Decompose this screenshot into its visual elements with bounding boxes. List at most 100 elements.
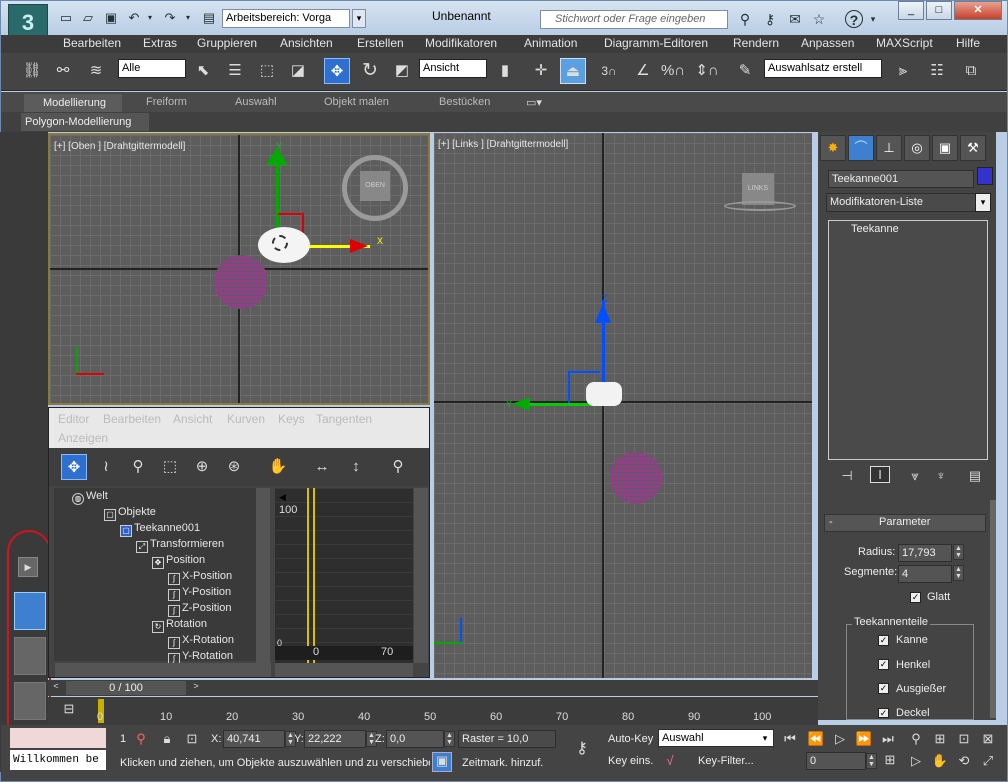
ce-menu-tangenten[interactable]: Tangenten: [316, 412, 372, 426]
binoculars-icon[interactable]: ⚲: [736, 10, 754, 28]
search-input[interactable]: Stichwort oder Frage eingeben: [540, 10, 728, 29]
retime-all-icon[interactable]: ⊛: [221, 454, 247, 480]
menu-ansichten[interactable]: Ansichten: [280, 36, 333, 50]
maximize-button[interactable]: □: [926, 1, 952, 20]
select-manipulate-icon[interactable]: ✛: [528, 58, 554, 84]
ce-menu-editor[interactable]: Editor: [58, 412, 89, 426]
tree-item-teekanne001[interactable]: ▢ Teekanne001: [120, 522, 200, 537]
show-end-result-icon[interactable]: I: [870, 466, 890, 483]
viewport-left-label[interactable]: [+] [Links ] [Drahtgittermodell]: [438, 139, 568, 150]
current-frame-field[interactable]: 0: [806, 752, 866, 770]
utilities-tab-icon[interactable]: ⚒: [960, 135, 986, 161]
sphere-wireframe[interactable]: [610, 452, 662, 504]
tree-item-x-position[interactable]: ∫ X-Position: [168, 570, 232, 585]
time-next-icon[interactable]: >: [190, 681, 202, 691]
maxscript-listener-output[interactable]: [10, 728, 106, 748]
parameter-rollout-header[interactable]: - Parameter: [824, 514, 986, 532]
minimize-button[interactable]: _: [898, 1, 924, 20]
snaps-toggle-icon[interactable]: 3∩: [596, 58, 622, 84]
previous-frame-icon[interactable]: ⏪: [806, 731, 826, 747]
part-ausgiesser-checkbox[interactable]: ✓: [878, 683, 889, 694]
tree-horizontal-scrollbar[interactable]: [55, 663, 271, 677]
tree-item-rotation[interactable]: ↻ Rotation: [152, 618, 207, 633]
tree-item-x-rotation[interactable]: ∫ X-Rotation: [168, 634, 234, 649]
field-of-view-icon[interactable]: ▷: [906, 753, 926, 769]
play-icon[interactable]: ▷: [830, 731, 850, 747]
time-tag-label[interactable]: Zeitmark. hinzuf.: [462, 757, 543, 769]
workspace-dropdown[interactable]: Arbeitsbereich: Vorga: [222, 9, 350, 28]
viewport-top[interactable]: [+] [Oben ] [Drahtgittermodell] OBEN Y X: [48, 133, 430, 405]
viewcube-face[interactable]: OBEN: [360, 171, 390, 201]
next-frame-icon[interactable]: ⏩: [854, 731, 874, 747]
menu-maxscript[interactable]: MAXScript: [876, 36, 933, 50]
absolute-mode-icon[interactable]: ⊡: [184, 731, 200, 747]
tree-item-position[interactable]: ✥ Position: [152, 554, 205, 569]
radius-spinner[interactable]: ▲ ▼: [953, 544, 964, 560]
pan-view-icon[interactable]: ✋: [930, 753, 950, 769]
goto-start-icon[interactable]: ⏮: [780, 731, 800, 747]
menu-anpassen[interactable]: Anpassen: [801, 36, 854, 50]
isolate-selection-icon[interactable]: ⚲: [134, 731, 148, 747]
zoom-viewport-icon[interactable]: ⚲: [906, 731, 926, 747]
menu-rendern[interactable]: Rendern: [733, 36, 779, 50]
align-icon[interactable]: ☷: [924, 58, 950, 84]
modifier-stack[interactable]: Teekanne: [828, 220, 988, 460]
angle-snap-icon[interactable]: ∠: [630, 58, 656, 84]
favorites-star-icon[interactable]: ☆: [810, 10, 828, 28]
viewport-top-label[interactable]: [+] [Oben ] [Drahtgittermodell]: [54, 141, 185, 152]
tree-item-transformieren[interactable]: ⤢ Transformieren: [136, 538, 224, 553]
new-file-icon[interactable]: ▭: [58, 10, 74, 26]
x-coordinate-field[interactable]: 40,741: [223, 730, 285, 748]
menu-erstellen[interactable]: Erstellen: [357, 36, 404, 50]
unlink-icon[interactable]: ⚯: [50, 58, 76, 84]
tab-objekt-malen[interactable]: Objekt malen: [324, 96, 389, 108]
object-color-swatch[interactable]: [977, 167, 993, 185]
command-panel-scrollbar[interactable]: [990, 500, 996, 718]
tree-vertical-scrollbar[interactable]: [256, 488, 270, 663]
pivot-center-icon[interactable]: ▮: [492, 58, 518, 84]
tab-bestuecken[interactable]: Bestücken: [439, 96, 490, 108]
ce-menu-ansicht[interactable]: Ansicht: [173, 412, 212, 426]
select-object-icon[interactable]: ⬉: [190, 58, 216, 84]
ribbon-options-icon[interactable]: ▭▾: [526, 96, 542, 109]
rotate-icon[interactable]: ↻: [357, 58, 383, 84]
hold-icon[interactable]: ▤: [201, 10, 217, 26]
graph-horizontal-scrollbar[interactable]: [275, 663, 413, 677]
object-name-field[interactable]: Teekanne001: [828, 170, 974, 188]
selection-mode-arrow-icon[interactable]: ▾: [758, 730, 772, 746]
y-coordinate-field[interactable]: 22,222: [304, 730, 366, 748]
key-filter-curve-icon[interactable]: √: [660, 753, 680, 768]
time-slider-line[interactable]: [307, 488, 309, 663]
graph-vertical-scrollbar[interactable]: [414, 488, 428, 663]
part-kanne-checkbox[interactable]: ✓: [878, 635, 889, 646]
pan-hand-icon[interactable]: ✋: [265, 454, 291, 480]
link-icon[interactable]: ⛓: [19, 58, 45, 84]
save-file-icon[interactable]: ▣: [103, 10, 119, 26]
help-dropdown-icon[interactable]: ▾: [864, 10, 882, 28]
set-key-button[interactable]: Key eins.: [608, 755, 653, 767]
rect-selection-icon[interactable]: ⬚: [254, 58, 280, 84]
workspace-dropdown-arrow[interactable]: ▾: [352, 9, 366, 28]
z-coordinate-field[interactable]: 0,0: [386, 730, 444, 748]
frame-spinner[interactable]: ▲ ▼: [866, 753, 877, 769]
redo-dropdown-icon[interactable]: ▾: [180, 10, 196, 26]
modify-tab-icon[interactable]: ⌒: [848, 135, 874, 161]
curve-graph[interactable]: 100 ◀ 0: [275, 488, 413, 663]
viewcube-ring[interactable]: [724, 201, 796, 211]
motion-tab-icon[interactable]: ◎: [904, 135, 930, 161]
pin-stack-icon[interactable]: ⊣: [838, 468, 856, 484]
menu-animation[interactable]: Animation: [524, 36, 577, 50]
part-deckel-checkbox[interactable]: ✓: [878, 708, 889, 718]
make-unique-icon[interactable]: ⩔: [906, 468, 924, 484]
z-spinner[interactable]: ▲ ▼: [444, 731, 455, 747]
menu-extras[interactable]: Extras: [143, 36, 177, 50]
draw-curves-icon[interactable]: ≀: [93, 454, 119, 480]
add-time-tag-icon[interactable]: ▣: [432, 752, 452, 772]
menu-modifikatoren[interactable]: Modifikatoren: [425, 36, 497, 50]
tab-modellierung[interactable]: Modellierung: [24, 94, 122, 112]
redo-icon[interactable]: ↷: [162, 10, 178, 26]
hierarchy-tab-icon[interactable]: ⊥: [876, 135, 902, 161]
teapot-wireframe[interactable]: [586, 382, 622, 406]
ce-menu-kurven[interactable]: Kurven: [227, 412, 265, 426]
maxscript-mini-listener[interactable]: Willkommen be: [10, 750, 106, 770]
